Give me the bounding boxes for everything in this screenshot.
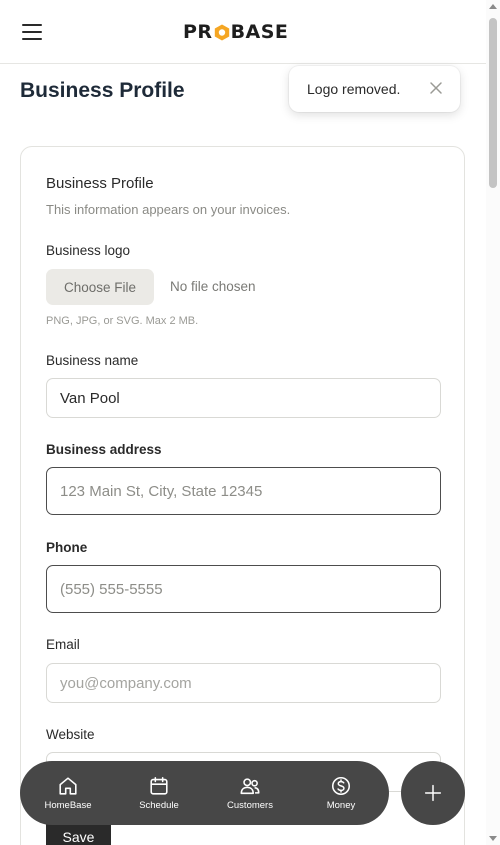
probase-logo[interactable]: PR BASE	[183, 21, 288, 43]
plus-icon	[424, 784, 442, 802]
website-label: Website	[46, 727, 95, 742]
phone-label: Phone	[46, 540, 88, 555]
nav-label-schedule: Schedule	[139, 800, 179, 811]
scroll-up-icon[interactable]	[489, 4, 497, 9]
file-status-text: No file chosen	[170, 279, 256, 294]
logo-text-right: BASE	[230, 21, 289, 43]
business-name-label: Business name	[46, 353, 139, 368]
logo-hint: PNG, JPG, or SVG. Max 2 MB.	[46, 315, 199, 327]
save-button[interactable]: Save	[46, 824, 111, 845]
business-name-value: Van Pool	[60, 389, 120, 407]
choose-file-button[interactable]: Choose File	[46, 269, 154, 305]
nav-label-money: Money	[326, 800, 356, 811]
email-input[interactable]: you@company.com	[46, 663, 441, 703]
scroll-down-icon[interactable]	[489, 836, 497, 841]
logo-label: Business logo	[46, 243, 131, 258]
nav-item-schedule[interactable]: Schedule	[119, 761, 199, 825]
nav-item-customers[interactable]: Customers	[210, 761, 290, 825]
nav-label-homebase: HomeBase	[44, 800, 92, 811]
card-title: Business Profile	[46, 175, 154, 192]
toast-notification: Logo removed.	[289, 66, 460, 112]
scroll-thumb[interactable]	[489, 18, 497, 188]
business-profile-card: Business Profile This information appear…	[20, 146, 465, 845]
page-title: Business Profile	[20, 79, 185, 102]
hexagon-o-icon	[214, 24, 230, 41]
nav-item-money[interactable]: Money	[301, 761, 381, 825]
nav-label-customers: Customers	[227, 800, 273, 811]
business-name-input[interactable]: Van Pool	[46, 378, 441, 418]
close-icon[interactable]	[429, 81, 443, 95]
calendar-icon	[150, 776, 168, 795]
phone-placeholder: (555) 555-5555	[60, 580, 163, 598]
bottom-navigation: HomeBase Schedule Customers Money	[20, 761, 389, 825]
business-address-label: Business address	[46, 442, 162, 457]
hamburger-menu-icon[interactable]	[22, 24, 42, 40]
home-icon	[59, 777, 77, 795]
business-address-placeholder: 123 Main St, City, State 12345	[60, 482, 263, 500]
add-button[interactable]	[401, 761, 465, 825]
page-scrollbar[interactable]	[486, 0, 500, 845]
business-address-input[interactable]: 123 Main St, City, State 12345	[46, 467, 441, 515]
email-placeholder: you@company.com	[60, 674, 192, 692]
logo-text-left: PR	[183, 21, 213, 43]
users-icon	[240, 778, 260, 795]
card-subtitle: This information appears on your invoice…	[46, 202, 291, 217]
nav-item-homebase[interactable]: HomeBase	[28, 761, 108, 825]
top-bar: PR BASE	[0, 0, 486, 64]
dollar-circle-icon	[331, 776, 351, 796]
email-label: Email	[46, 637, 80, 652]
phone-input[interactable]: (555) 555-5555	[46, 565, 441, 613]
toast-message: Logo removed.	[307, 81, 401, 97]
